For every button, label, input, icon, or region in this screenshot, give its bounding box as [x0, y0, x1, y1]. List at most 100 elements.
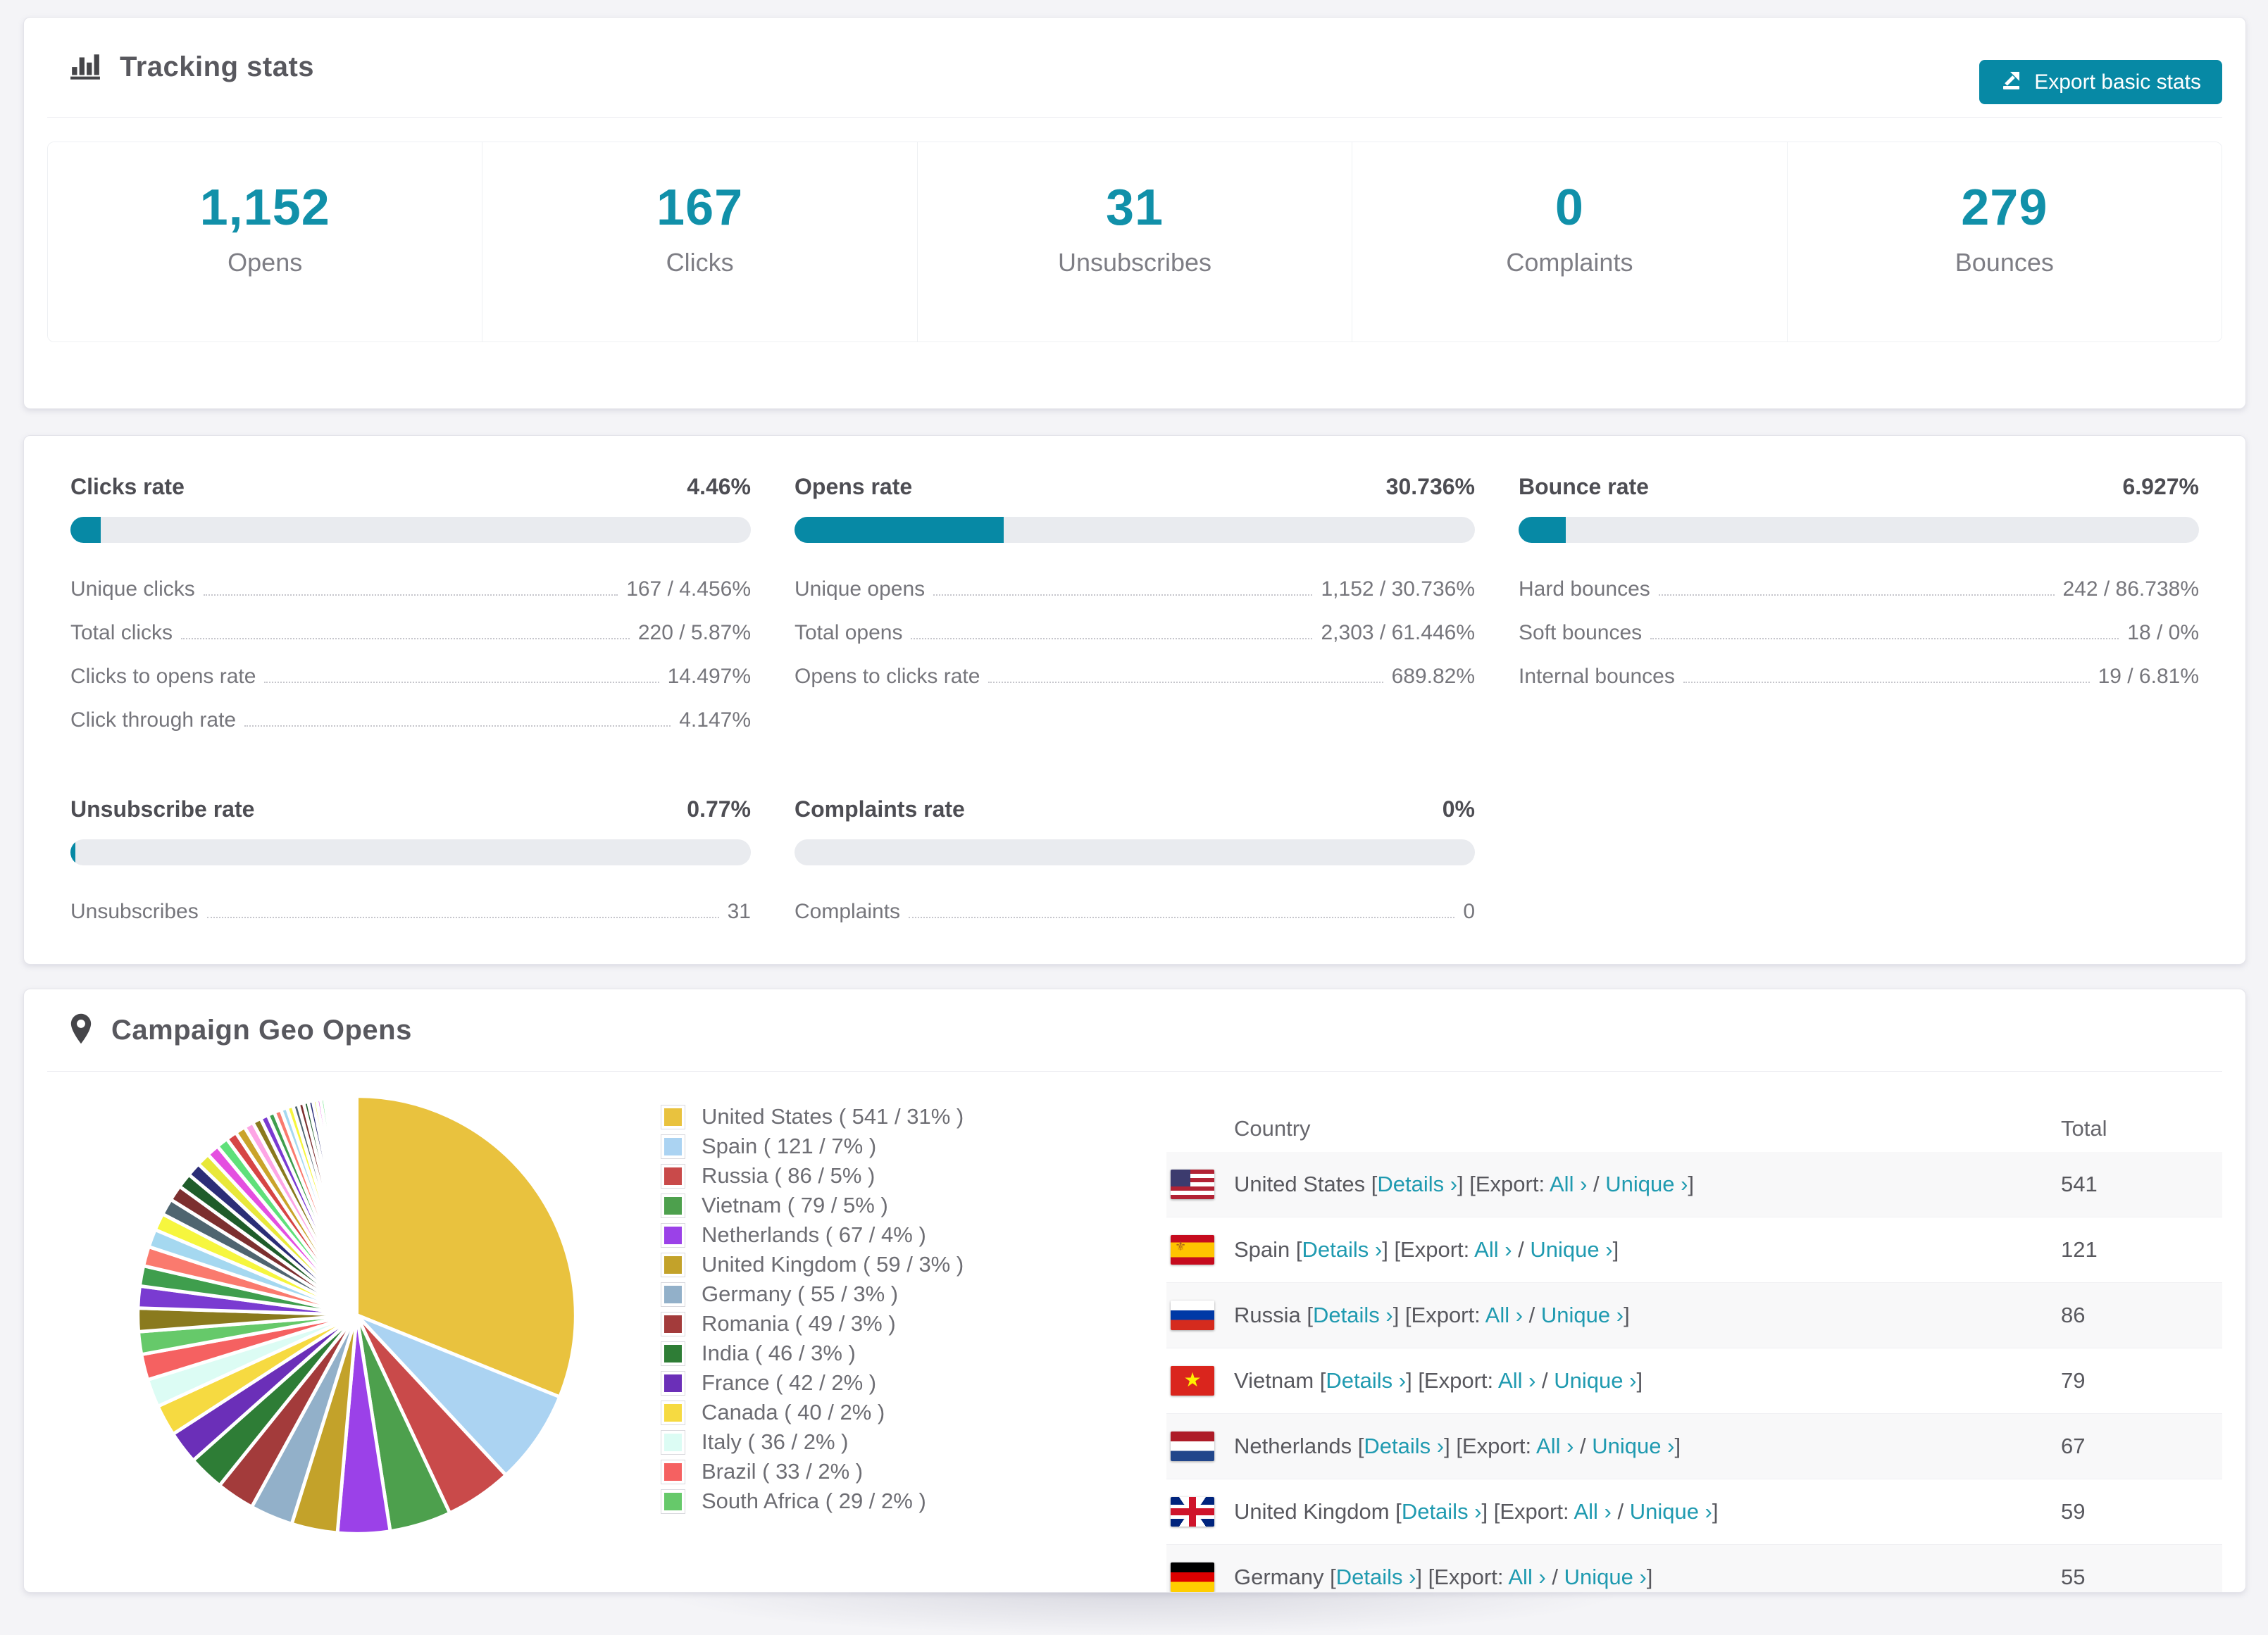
progress-bar [1519, 517, 2199, 543]
details-link[interactable]: Details › [1364, 1434, 1444, 1458]
dotted-leader [203, 594, 618, 596]
export-all-link[interactable]: All › [1574, 1499, 1611, 1524]
legend-swatch [661, 1429, 685, 1455]
details-link[interactable]: Details › [1402, 1499, 1482, 1524]
legend-item: United States ( 541 / 31% ) [661, 1102, 964, 1132]
rate-detail-row: Unique clicks 167 / 4.456% [70, 567, 751, 610]
progress-fill [70, 517, 101, 543]
legend-label: Spain ( 121 / 7% ) [702, 1134, 877, 1158]
campaign-geo-opens-card: Campaign Geo Opens United States ( 541 /… [23, 989, 2246, 1593]
flag-es-icon [1171, 1235, 1214, 1265]
details-link[interactable]: Details › [1336, 1565, 1416, 1589]
legend-item: Italy ( 36 / 2% ) [661, 1427, 964, 1457]
export-all-link[interactable]: All › [1508, 1565, 1545, 1589]
rates-card: Clicks rate 4.46% Unique clicks 167 / 4.456… [23, 435, 2246, 965]
legend-label: Germany ( 55 / 3% ) [702, 1282, 899, 1306]
flag-gb-icon [1171, 1497, 1214, 1527]
legend-label: Canada ( 40 / 2% ) [702, 1400, 885, 1424]
legend-label: Russia ( 86 / 5% ) [702, 1163, 876, 1188]
rate-head: Clicks rate 4.46% [70, 474, 751, 500]
legend-label: United States ( 541 / 31% ) [702, 1104, 964, 1129]
export-all-link[interactable]: All › [1485, 1303, 1523, 1327]
legend-label: India ( 46 / 3% ) [702, 1341, 856, 1365]
rate-block-unsubscribe-rate: Unsubscribe rate 0.77% Unsubscribes 31 [70, 796, 751, 933]
rate-row-value: 18 / 0% [2127, 621, 2199, 644]
bottom-scroll-shade [669, 1593, 1613, 1635]
rate-block-complaints-rate: Complaints rate 0% Complaints 0 [795, 796, 1475, 933]
legend-item: Romania ( 49 / 3% ) [661, 1309, 964, 1339]
country-cell: United States [Details ›] [Export: All ›… [1234, 1172, 1695, 1196]
country-cell: Russia [Details ›] [Export: All › / Uniq… [1234, 1303, 1630, 1327]
rate-row-label: Unique clicks [70, 577, 195, 601]
dotted-leader [244, 725, 671, 727]
map-pin-icon [69, 1013, 93, 1048]
stat-box-unsubscribes: 31 Unsubscribes [917, 142, 1353, 342]
legend-swatch [661, 1104, 685, 1129]
legend-swatch [661, 1459, 685, 1484]
rate-head: Complaints rate 0% [795, 796, 1475, 822]
rate-title: Complaints rate [795, 796, 965, 822]
divider [47, 117, 2222, 118]
pie-legend: United States ( 541 / 31% ) Spain ( 121 /… [661, 1102, 964, 1516]
stat-label: Bounces [1955, 248, 2054, 277]
details-link[interactable]: Details › [1326, 1368, 1406, 1393]
rate-head: Bounce rate 6.927% [1519, 474, 2199, 500]
rate-title: Unsubscribe rate [70, 796, 255, 822]
geo-opens-pie-chart [130, 1088, 584, 1542]
rate-row-value: 14.497% [667, 665, 751, 688]
flag-us-icon [1171, 1170, 1214, 1199]
legend-item: Russia ( 86 / 5% ) [661, 1161, 964, 1191]
table-row: United Kingdom [Details ›] [Export: All … [1166, 1479, 2222, 1545]
divider [47, 1071, 2222, 1072]
dotted-leader [1658, 594, 2055, 596]
stat-label: Clicks [666, 248, 734, 277]
export-unique-link[interactable]: Unique › [1530, 1237, 1612, 1262]
rate-row-label: Unique opens [795, 577, 926, 601]
legend-swatch [661, 1370, 685, 1396]
geo-table-header: Country Total [1166, 1105, 2222, 1152]
legend-label: France ( 42 / 2% ) [702, 1370, 877, 1395]
details-link[interactable]: Details › [1313, 1303, 1393, 1327]
total-cell: 79 [2061, 1368, 2086, 1393]
stat-label: Unsubscribes [1057, 248, 1212, 277]
export-all-link[interactable]: All › [1474, 1237, 1512, 1262]
legend-item: Spain ( 121 / 7% ) [661, 1132, 964, 1161]
rate-row-label: Internal bounces [1519, 665, 1675, 688]
rate-detail-row: Total clicks 220 / 5.87% [70, 610, 751, 654]
rate-detail-row: Internal bounces 19 / 6.81% [1519, 654, 2199, 698]
flag-nl-icon [1171, 1432, 1214, 1461]
rate-row-value: 4.147% [679, 708, 751, 732]
legend-swatch [661, 1400, 685, 1425]
stat-value: 167 [656, 180, 744, 236]
progress-bar [70, 517, 751, 543]
export-all-link[interactable]: All › [1498, 1368, 1535, 1393]
export-unique-link[interactable]: Unique › [1554, 1368, 1636, 1393]
export-all-link[interactable]: All › [1536, 1434, 1574, 1458]
export-unique-link[interactable]: Unique › [1592, 1434, 1674, 1458]
country-column-header: Country [1234, 1116, 1311, 1141]
export-basic-stats-button[interactable]: Export basic stats [1979, 60, 2222, 104]
details-link[interactable]: Details › [1377, 1172, 1457, 1196]
rate-row-label: Hard bounces [1519, 577, 1650, 601]
export-unique-link[interactable]: Unique › [1605, 1172, 1688, 1196]
rate-detail-row: Unsubscribes 31 [70, 889, 751, 933]
export-unique-link[interactable]: Unique › [1564, 1565, 1647, 1589]
stat-box-opens: 1,152 Opens [48, 142, 483, 342]
rate-row-label: Unsubscribes [70, 900, 199, 923]
rate-detail-row: Clicks to opens rate 14.497% [70, 654, 751, 698]
export-all-link[interactable]: All › [1550, 1172, 1587, 1196]
dotted-leader [988, 682, 1383, 683]
dotted-leader [909, 917, 1455, 918]
stat-box-complaints: 0 Complaints [1352, 142, 1788, 342]
country-cell: Vietnam [Details ›] [Export: All › / Uni… [1234, 1368, 1643, 1393]
rate-row-value: 242 / 86.738% [2062, 577, 2200, 601]
rate-detail-row: Hard bounces 242 / 86.738% [1519, 567, 2199, 610]
details-link[interactable]: Details › [1302, 1237, 1383, 1262]
legend-swatch [661, 1341, 685, 1366]
rate-row-label: Clicks to opens rate [70, 665, 256, 688]
rate-title: Bounce rate [1519, 474, 1649, 499]
export-unique-link[interactable]: Unique › [1630, 1499, 1712, 1524]
export-unique-link[interactable]: Unique › [1541, 1303, 1624, 1327]
rate-row-label: Total opens [795, 621, 903, 644]
total-cell: 86 [2061, 1303, 2086, 1327]
